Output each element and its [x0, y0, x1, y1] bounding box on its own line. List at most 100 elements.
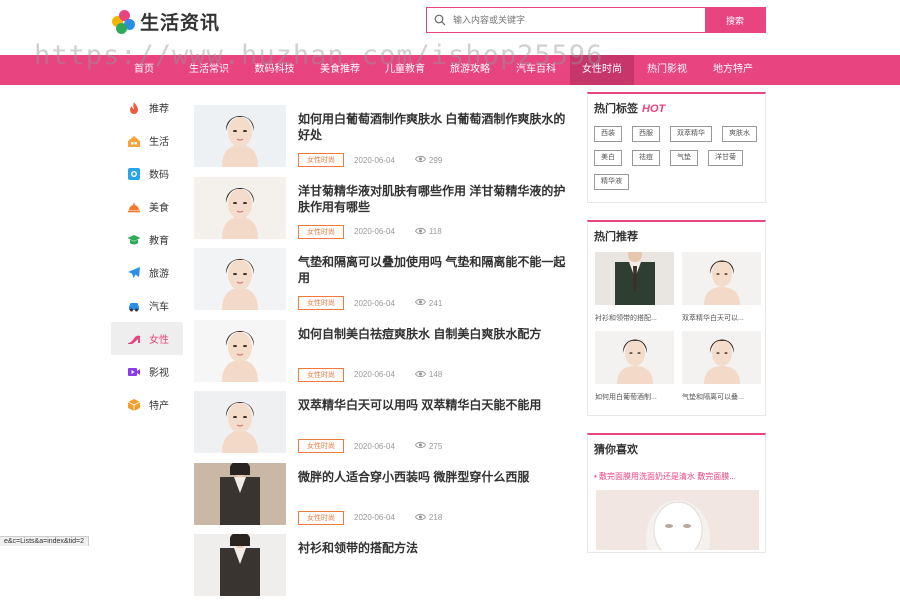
- article-thumbnail[interactable]: [194, 534, 286, 596]
- nav-item-3[interactable]: 美食推荐: [312, 55, 368, 85]
- article-item[interactable]: 如何用白葡萄酒制作爽肤水 白葡萄酒制作爽肤水的好处 女性时尚 2020-06-0…: [194, 105, 570, 177]
- category-tag[interactable]: 女性时尚: [298, 225, 344, 239]
- recommend-image[interactable]: [682, 331, 761, 384]
- status-bar-url: e&c=Lists&a=index&tid=2: [0, 536, 89, 546]
- article-title[interactable]: 如何自制美白祛痘爽肤水 自制美白爽肤水配方: [298, 326, 570, 342]
- eye-icon: [415, 155, 426, 165]
- recommend-item[interactable]: 衬衫和领带的搭配...: [595, 252, 674, 323]
- nav-item-8[interactable]: 热门影视: [635, 55, 699, 85]
- recommend-item[interactable]: 双萃精华白天可以...: [682, 252, 761, 323]
- article-title[interactable]: 气垫和隔离可以叠加使用吗 气垫和隔离能不能一起用: [298, 254, 570, 286]
- recommend-item[interactable]: 气垫和隔离可以叠...: [682, 331, 761, 402]
- article-meta: 女性时尚 2020-06-04 218: [298, 511, 442, 525]
- article-thumbnail[interactable]: [194, 105, 286, 167]
- recommend-caption[interactable]: 衬衫和领带的搭配...: [595, 313, 674, 323]
- sidebar-item-0[interactable]: 推荐: [111, 91, 183, 124]
- publish-date: 2020-06-04: [354, 299, 395, 308]
- article-item[interactable]: 如何自制美白祛痘爽肤水 自制美白爽肤水配方 女性时尚 2020-06-04 14…: [194, 320, 570, 392]
- article-title[interactable]: 衬衫和领带的搭配方法: [298, 540, 570, 556]
- logo-text: 生活资讯: [140, 8, 220, 35]
- view-count: 218: [415, 513, 442, 523]
- recommend-caption[interactable]: 气垫和隔离可以叠...: [682, 392, 761, 402]
- category-tag[interactable]: 女性时尚: [298, 153, 344, 167]
- logo-icon: [112, 10, 136, 34]
- article-item[interactable]: 气垫和隔离可以叠加使用吗 气垫和隔离能不能一起用 女性时尚 2020-06-04…: [194, 248, 570, 320]
- hot-tag[interactable]: 西服: [632, 126, 660, 142]
- guess-title: 猜你喜欢: [588, 435, 765, 457]
- article-title[interactable]: 双萃精华白天可以用吗 双萃精华白天能不能用: [298, 397, 570, 413]
- sidebar-item-label: 数码: [149, 166, 169, 181]
- category-tag[interactable]: 女性时尚: [298, 368, 344, 382]
- airplane-icon: [127, 266, 141, 280]
- view-count: 275: [415, 441, 442, 451]
- recommend-grid: 衬衫和领带的搭配... 双萃精华白天可以... 如何用白葡萄酒制... 气垫和隔离可以…: [588, 244, 765, 402]
- nav-item-1[interactable]: 生活常识: [180, 55, 238, 85]
- article-thumbnail[interactable]: [194, 320, 286, 382]
- recommend-item[interactable]: 如何用白葡萄酒制...: [595, 331, 674, 402]
- article-thumbnail[interactable]: [194, 391, 286, 453]
- nav-item-9[interactable]: 地方特产: [702, 55, 764, 85]
- hot-tag[interactable]: 爽肤水: [722, 126, 757, 142]
- article-item[interactable]: 衬衫和领带的搭配方法: [194, 534, 570, 606]
- hot-tag[interactable]: 美白: [594, 150, 622, 166]
- sidebar-item-6[interactable]: 汽车: [111, 289, 183, 322]
- sidebar-item-8[interactable]: 影视: [111, 355, 183, 388]
- nav-item-2[interactable]: 数码科技: [247, 55, 302, 85]
- hot-tag[interactable]: 西装: [594, 126, 622, 142]
- eye-icon: [415, 370, 426, 380]
- nav-item-7[interactable]: 女性时尚: [570, 55, 634, 85]
- sidebar-item-1[interactable]: 生活: [111, 124, 183, 157]
- eye-icon: [415, 441, 426, 451]
- sidebar-item-9[interactable]: 特产: [111, 388, 183, 421]
- hot-tag[interactable]: 气垫: [670, 150, 698, 166]
- publish-date: 2020-06-04: [354, 442, 395, 451]
- sidebar-item-2[interactable]: 数码: [111, 157, 183, 190]
- hot-tag[interactable]: 双萃精华: [670, 126, 712, 142]
- hot-tag[interactable]: 祛痘: [632, 150, 660, 166]
- article-thumbnail[interactable]: [194, 463, 286, 525]
- search-icon: [427, 8, 453, 32]
- article-item[interactable]: 双萃精华白天可以用吗 双萃精华白天能不能用 女性时尚 2020-06-04 27…: [194, 391, 570, 463]
- article-item[interactable]: 洋甘菊精华液对肌肤有哪些作用 洋甘菊精华液的护肤作用有哪些 女性时尚 2020-…: [194, 177, 570, 249]
- header: 生活资讯 搜索: [0, 0, 900, 55]
- guess-you-like-panel: 猜你喜欢 • 敷完面膜用洗面奶还是清水 敷完面膜...: [587, 433, 766, 553]
- site-logo[interactable]: 生活资讯: [112, 8, 220, 35]
- hot-tag[interactable]: 精华液: [594, 174, 629, 190]
- category-tag[interactable]: 女性时尚: [298, 511, 344, 525]
- recommend-image[interactable]: [595, 331, 674, 384]
- sidebar-item-5[interactable]: 旅游: [111, 256, 183, 289]
- article-meta: 女性时尚 2020-06-04 118: [298, 225, 442, 239]
- article-thumbnail[interactable]: [194, 177, 286, 239]
- nav-item-6[interactable]: 汽车百科: [508, 55, 564, 85]
- guess-image[interactable]: [596, 490, 759, 550]
- nav-item-4[interactable]: 儿童教育: [376, 55, 434, 85]
- tag-cloud: 西装西服双萃精华爽肤水美白祛痘气垫洋甘菊精华液: [588, 116, 765, 190]
- sidebar-item-4[interactable]: 教育: [111, 223, 183, 256]
- recommend-image[interactable]: [682, 252, 761, 305]
- article-list: 如何用白葡萄酒制作爽肤水 白葡萄酒制作爽肤水的好处 女性时尚 2020-06-0…: [194, 105, 570, 606]
- eye-icon: [415, 513, 426, 523]
- eye-icon: [415, 298, 426, 308]
- nav-item-0[interactable]: 首页: [120, 55, 168, 85]
- article-title[interactable]: 洋甘菊精华液对肌肤有哪些作用 洋甘菊精华液的护肤作用有哪些: [298, 183, 570, 215]
- search-input[interactable]: [453, 8, 705, 32]
- article-thumbnail[interactable]: [194, 248, 286, 310]
- guess-item[interactable]: • 敷完面膜用洗面奶还是清水 敷完面膜...: [588, 457, 765, 482]
- article-title[interactable]: 如何用白葡萄酒制作爽肤水 白葡萄酒制作爽肤水的好处: [298, 111, 570, 143]
- search-bar: 搜索: [426, 7, 766, 33]
- search-button[interactable]: 搜索: [705, 8, 765, 32]
- category-tag[interactable]: 女性时尚: [298, 439, 344, 453]
- graduation-cap-icon: [127, 233, 141, 247]
- recommend-caption[interactable]: 如何用白葡萄酒制...: [595, 392, 674, 402]
- hot-tag[interactable]: 洋甘菊: [708, 150, 743, 166]
- view-count: 148: [415, 370, 442, 380]
- recommend-caption[interactable]: 双萃精华白天可以...: [682, 313, 761, 323]
- house-icon: [127, 134, 141, 148]
- sidebar-item-7[interactable]: 女性: [111, 322, 183, 355]
- article-title[interactable]: 微胖的人适合穿小西装吗 微胖型穿什么西服: [298, 469, 570, 485]
- recommend-image[interactable]: [595, 252, 674, 305]
- nav-item-5[interactable]: 旅游攻略: [442, 55, 498, 85]
- category-tag[interactable]: 女性时尚: [298, 296, 344, 310]
- article-item[interactable]: 微胖的人适合穿小西装吗 微胖型穿什么西服 女性时尚 2020-06-04 218: [194, 463, 570, 535]
- sidebar-item-3[interactable]: 美食: [111, 190, 183, 223]
